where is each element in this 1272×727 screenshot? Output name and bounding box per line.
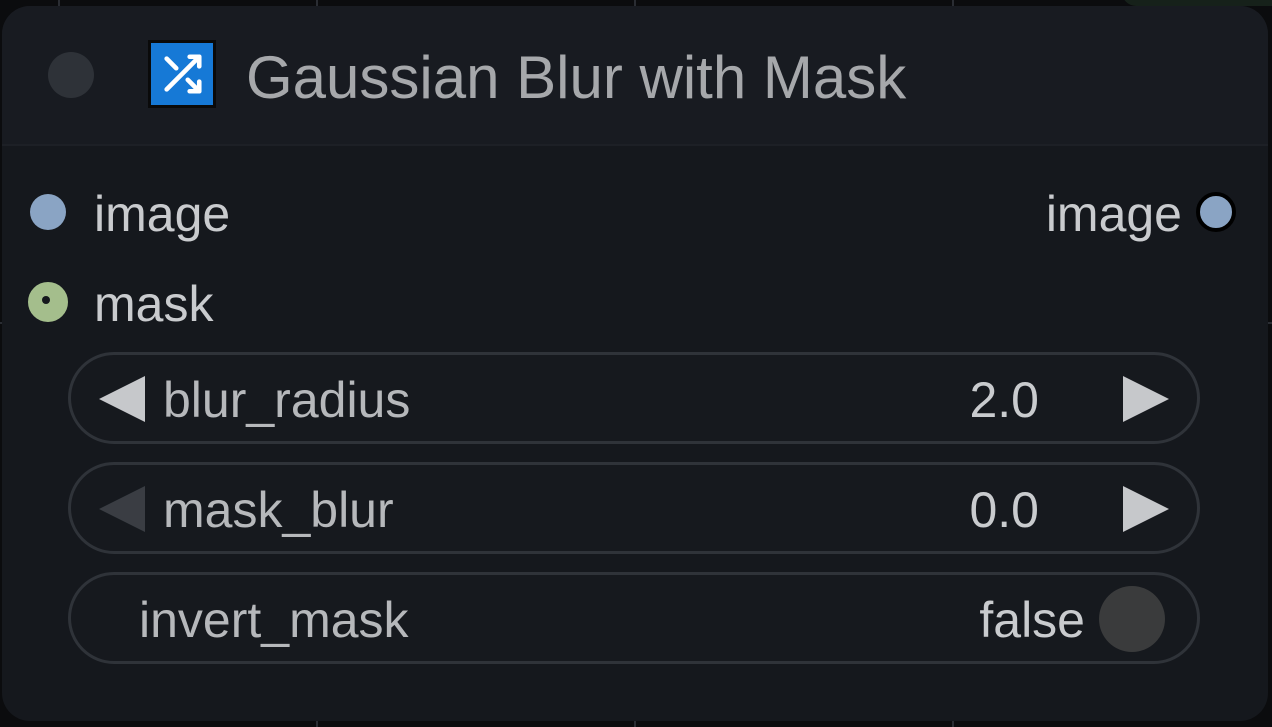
output-image-label: image bbox=[1045, 186, 1182, 242]
mask-blur-increment-arrow[interactable] bbox=[1123, 486, 1169, 532]
invert-mask-value: false bbox=[979, 592, 1085, 648]
blur-radius-decrement-arrow[interactable] bbox=[99, 376, 145, 422]
shuffle-icon bbox=[148, 40, 216, 108]
blur-radius-increment-arrow[interactable] bbox=[1123, 376, 1169, 422]
mask-blur-widget[interactable]: mask_blur 0.0 bbox=[68, 462, 1200, 554]
invert-mask-toggle[interactable]: invert_mask false bbox=[68, 572, 1200, 664]
graph-canvas[interactable]: Gaussian Blur with Mask image image mask… bbox=[0, 0, 1272, 727]
toggle-knob[interactable] bbox=[1099, 586, 1165, 652]
input-mask-label: mask bbox=[94, 276, 214, 332]
input-image-socket[interactable] bbox=[30, 194, 66, 230]
blur-radius-value[interactable]: 2.0 bbox=[969, 370, 1039, 430]
input-image-label: image bbox=[94, 186, 231, 242]
input-mask-socket[interactable] bbox=[28, 282, 68, 322]
mask-blur-decrement-arrow[interactable] bbox=[99, 486, 145, 532]
output-image-socket[interactable] bbox=[1196, 192, 1236, 232]
node-title: Gaussian Blur with Mask bbox=[246, 44, 907, 111]
grid-tick bbox=[634, 721, 636, 727]
grid-tick bbox=[952, 721, 954, 727]
invert-mask-label: invert_mask bbox=[139, 592, 409, 648]
collapse-toggle[interactable] bbox=[48, 52, 94, 98]
blur-radius-label: blur_radius bbox=[163, 372, 411, 428]
socket-hole bbox=[42, 296, 50, 304]
mask-blur-label: mask_blur bbox=[163, 482, 394, 538]
slot-row-image: image image bbox=[2, 180, 1268, 250]
blur-radius-widget[interactable]: blur_radius 2.0 bbox=[68, 352, 1200, 444]
slot-row-mask: mask bbox=[2, 270, 1268, 340]
node-header[interactable]: Gaussian Blur with Mask bbox=[2, 6, 1268, 146]
mask-blur-value[interactable]: 0.0 bbox=[969, 480, 1039, 540]
gaussian-blur-node[interactable]: Gaussian Blur with Mask image image mask… bbox=[2, 6, 1268, 721]
grid-tick bbox=[316, 721, 318, 727]
